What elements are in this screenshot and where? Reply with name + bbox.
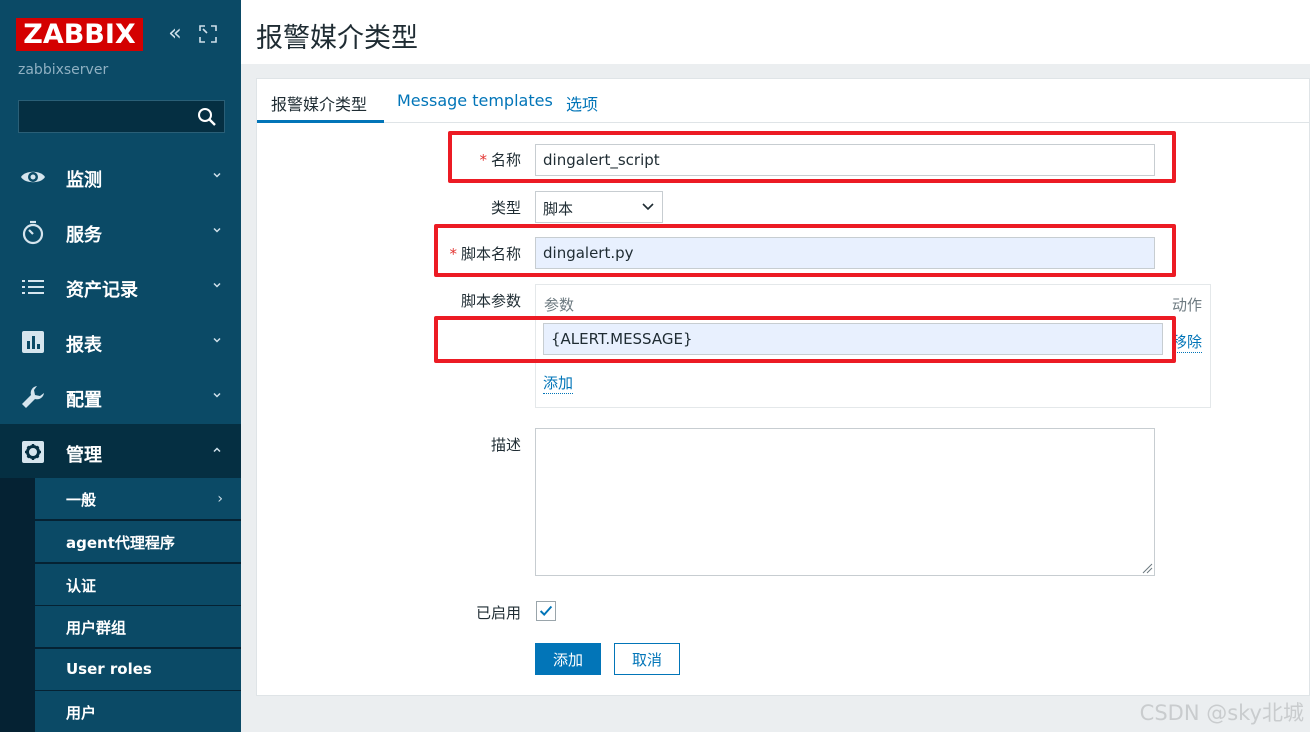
sidebar-item-monitoring[interactable]: 监测 xyxy=(0,149,241,204)
sidebar-item-services[interactable]: 服务 xyxy=(0,204,241,259)
sidebar-item-label: 资产记录 xyxy=(66,280,138,301)
tab-message-templates[interactable]: Message templates xyxy=(397,91,553,110)
sidebar-item-label: 管理 xyxy=(66,445,102,466)
sidebar: ZABBIX « zabbixserver 监测 服务 资产记录 报表 配置 管… xyxy=(0,0,241,732)
list-icon xyxy=(22,280,44,294)
eye-icon xyxy=(21,171,45,183)
submenu-item-label: agent代理程序 xyxy=(66,534,175,552)
sidebar-item-label: 服务 xyxy=(66,225,102,246)
kiosk-mode-icon[interactable] xyxy=(197,23,219,45)
tab-options[interactable]: 选项 xyxy=(566,91,598,115)
submenu-item-users[interactable]: 用户 xyxy=(35,691,241,732)
administration-submenu: 一般 › agent代理程序 认证 用户群组 User roles 用户 xyxy=(0,478,241,732)
submenu-item-user-groups[interactable]: 用户群组 xyxy=(35,606,241,647)
chevron-right-icon: › xyxy=(217,491,223,507)
bar-chart-icon xyxy=(22,331,44,353)
search-input[interactable] xyxy=(19,101,194,132)
sidebar-item-label: 监测 xyxy=(66,170,102,191)
chevron-down-icon xyxy=(213,227,221,233)
name-label: * 名称 xyxy=(479,151,521,169)
script-name-label: * 脚本名称 xyxy=(449,245,521,263)
name-input[interactable] xyxy=(535,144,1155,176)
chevron-down-icon xyxy=(213,337,221,343)
zabbix-logo[interactable]: ZABBIX xyxy=(16,18,143,51)
sidebar-item-label: 报表 xyxy=(66,335,102,356)
sidebar-item-reports[interactable]: 报表 xyxy=(0,314,241,369)
submenu-item-label: 一般 xyxy=(66,491,97,509)
wrench-icon xyxy=(22,386,44,408)
script-params-label: 脚本参数 xyxy=(460,292,521,310)
chevron-down-icon xyxy=(213,282,221,288)
type-select-value: 脚本 xyxy=(543,200,574,218)
search-icon[interactable] xyxy=(196,106,218,128)
submenu-item-label: 用户 xyxy=(66,704,97,722)
required-marker: * xyxy=(449,245,457,263)
chevron-down-icon xyxy=(213,392,221,398)
tab-media-type[interactable]: 报警媒介类型 xyxy=(271,91,367,115)
remove-param-link[interactable]: 移除 xyxy=(1171,331,1202,353)
sidebar-item-inventory[interactable]: 资产记录 xyxy=(0,259,241,314)
server-name: zabbixserver xyxy=(18,62,109,78)
tab-bar: 报警媒介类型 Message templates 选项 xyxy=(257,79,1310,123)
script-param-input[interactable] xyxy=(543,323,1163,355)
media-type-form-panel: 报警媒介类型 Message templates 选项 *名称 类型 脚本 *脚… xyxy=(256,78,1310,696)
action-column-header: 动作 xyxy=(1171,296,1202,314)
submenu-item-general[interactable]: 一般 › xyxy=(35,478,241,519)
search-box xyxy=(18,100,225,133)
gear-icon xyxy=(22,441,44,463)
watermark: CSDN @sky北城 xyxy=(1139,701,1304,725)
chevron-down-icon xyxy=(642,203,654,211)
submenu-item-user-roles[interactable]: User roles xyxy=(35,649,241,690)
type-label: 类型 xyxy=(490,199,521,217)
resize-grip-icon[interactable] xyxy=(1141,562,1153,574)
required-marker: * xyxy=(479,151,487,169)
script-name-input[interactable] xyxy=(535,237,1155,269)
sidebar-item-label: 配置 xyxy=(66,390,102,411)
active-tab-indicator xyxy=(257,120,384,123)
description-textarea[interactable] xyxy=(535,428,1155,576)
page-title: 报警媒介类型 xyxy=(256,23,418,54)
submenu-item-proxies[interactable]: agent代理程序 xyxy=(35,521,241,562)
chevron-up-icon xyxy=(213,447,221,453)
submenu-item-authentication[interactable]: 认证 xyxy=(35,564,241,605)
enabled-label: 已启用 xyxy=(475,604,521,622)
collapse-sidebar-icon[interactable]: « xyxy=(163,22,187,46)
sidebar-item-configuration[interactable]: 配置 xyxy=(0,369,241,424)
chevron-down-icon xyxy=(213,172,221,178)
type-select[interactable]: 脚本 xyxy=(535,191,663,223)
submenu-item-label: User roles xyxy=(66,660,152,678)
sidebar-item-administration[interactable]: 管理 xyxy=(0,424,241,479)
add-button[interactable]: 添加 xyxy=(535,643,601,675)
description-label: 描述 xyxy=(490,436,521,454)
checkmark-icon xyxy=(539,605,553,617)
enabled-checkbox[interactable] xyxy=(536,601,556,621)
stopwatch-icon xyxy=(22,220,44,245)
submenu-item-label: 用户群组 xyxy=(66,619,127,637)
params-column-header: 参数 xyxy=(544,296,575,314)
submenu-item-label: 认证 xyxy=(66,577,97,595)
script-params-table: 参数 动作 移除 添加 xyxy=(535,284,1211,408)
cancel-button[interactable]: 取消 xyxy=(614,643,680,675)
add-param-link[interactable]: 添加 xyxy=(543,372,574,394)
